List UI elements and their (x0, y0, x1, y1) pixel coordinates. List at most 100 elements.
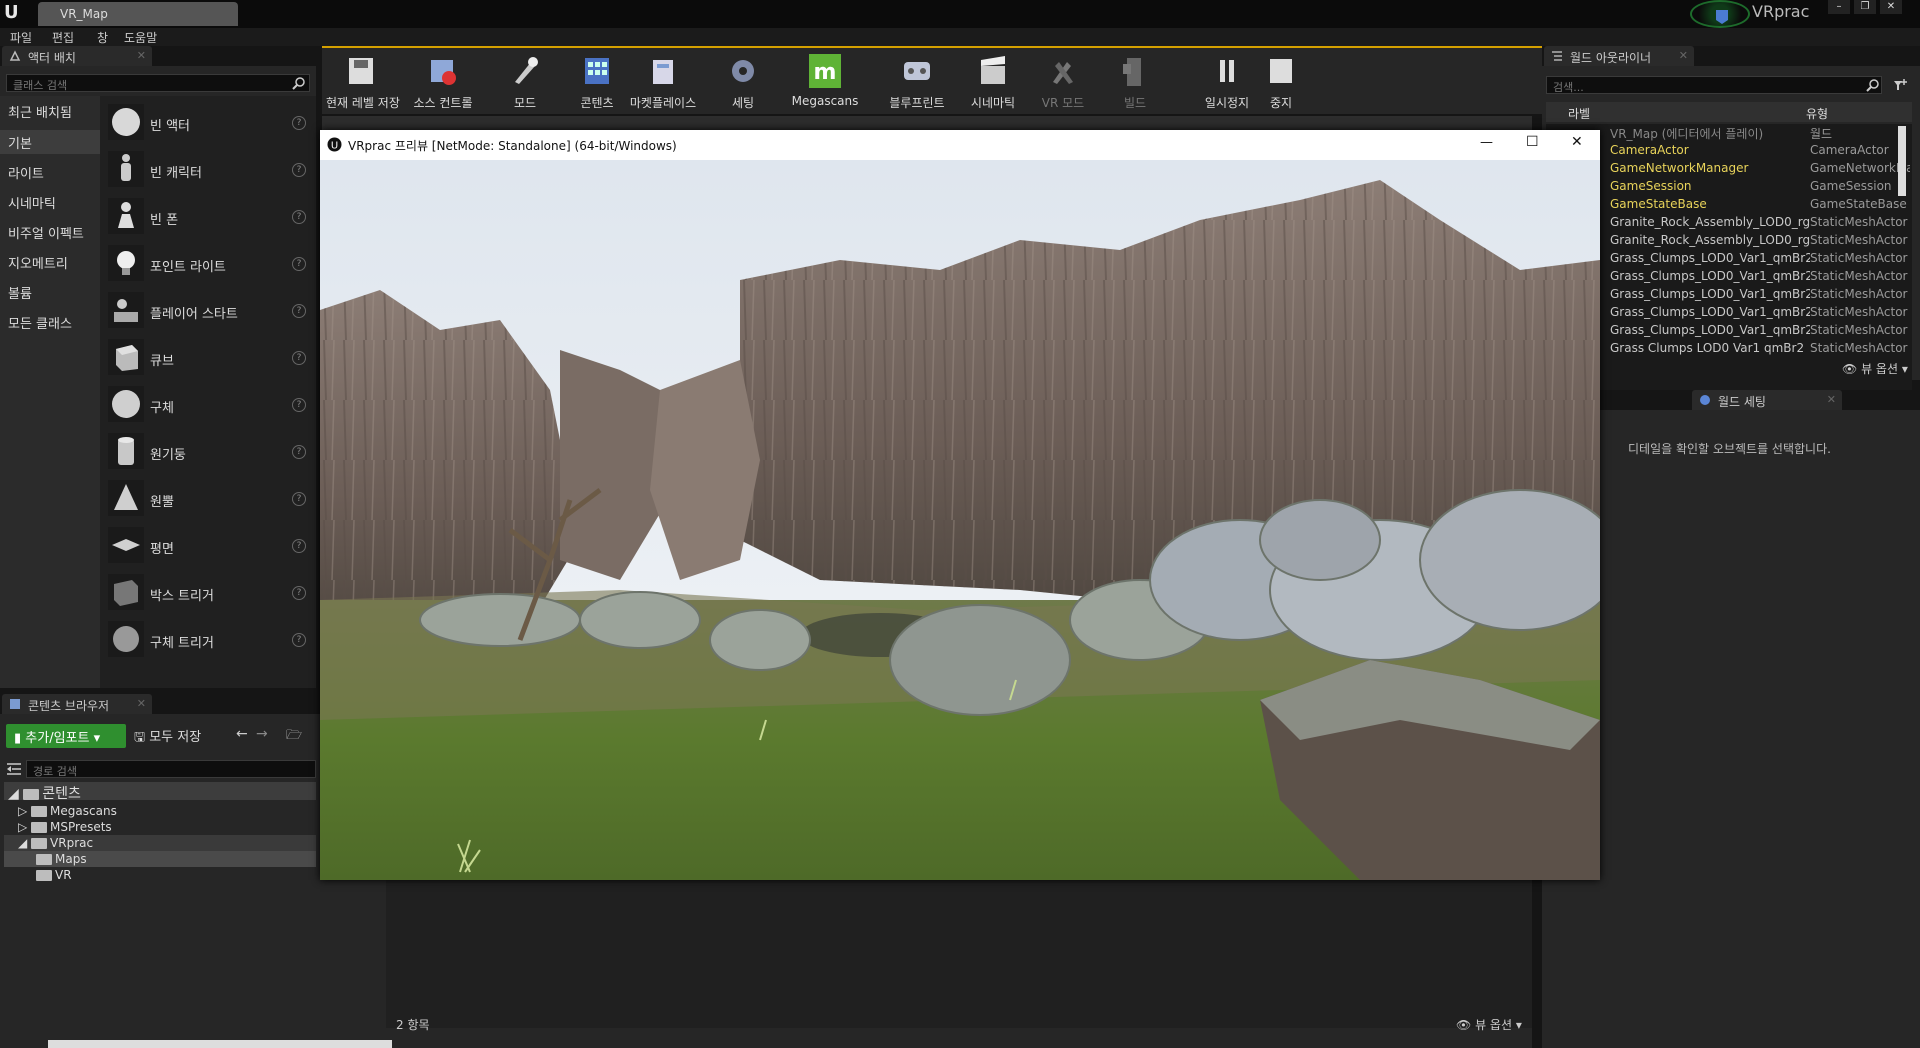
actor-cone[interactable]: 원뿔? (104, 478, 308, 520)
tree-folder-vr[interactable]: VR (36, 868, 356, 884)
help-icon[interactable]: ? (292, 398, 306, 412)
actor-empty-pawn[interactable]: 빈 폰? (104, 196, 308, 238)
category-recent[interactable]: 최근 배치됨 (8, 102, 72, 121)
modes-button[interactable]: 모드 (490, 52, 560, 114)
help-icon[interactable]: ? (292, 633, 306, 647)
category-visual-effects[interactable]: 비주얼 이펙트 (8, 223, 84, 242)
list-item[interactable]: VR_Map (에디터에서 플레이) 월드 (1546, 124, 1912, 142)
marketplace-button[interactable]: 마켓플레이스 (628, 52, 698, 114)
list-item[interactable]: CameraActor CameraActor (1546, 142, 1912, 160)
help-icon[interactable]: ? (292, 163, 306, 177)
tree-folder-mspresets[interactable]: ▷ MSPresets (18, 820, 338, 836)
play-preview-window[interactable]: U VRprac 프리뷰 [NetMode: Standalone] (64-b… (320, 130, 1600, 880)
level-tab[interactable]: VR_Map (38, 2, 238, 26)
category-cinematic[interactable]: 시네마틱 (8, 193, 56, 212)
forward-arrow-icon[interactable]: → (256, 726, 268, 742)
search-icon[interactable] (292, 76, 306, 90)
menu-edit[interactable]: 편집 (52, 29, 74, 46)
tab-place-actors[interactable]: 액터 배치 ✕ (2, 46, 152, 66)
help-icon[interactable]: ? (292, 539, 306, 553)
settings-button[interactable]: 세팅 (708, 52, 778, 114)
actor-player-start[interactable]: 플레이어 스타트? (104, 290, 308, 332)
actor-cylinder[interactable]: 원기둥? (104, 431, 308, 473)
maximize-button[interactable]: ❐ (1854, 0, 1876, 14)
list-item[interactable]: Grass_Clumps_LOD0_Var1_qmBr2 StaticMeshAc… (1546, 268, 1912, 286)
list-item[interactable]: Granite_Rock_Assembly_LOD0_rgs StaticMesh… (1546, 214, 1912, 232)
preview-maximize-button[interactable]: ☐ (1526, 134, 1539, 150)
preview-close-button[interactable]: ✕ (1571, 134, 1583, 150)
help-icon[interactable]: ? (292, 257, 306, 271)
list-item[interactable]: Grass_Clumps_LOD0_Var1_qmBr2 StaticMeshAc… (1546, 304, 1912, 322)
tab-world-settings[interactable]: 월드 세팅 ✕ (1692, 390, 1842, 410)
megascans-button[interactable]: m Megascans (790, 52, 860, 114)
actor-empty-character[interactable]: 빈 캐릭터? (104, 149, 308, 191)
actor-point-light[interactable]: 포인트 라이트? (104, 243, 308, 285)
outliner-scrollbar[interactable] (1898, 126, 1906, 196)
tab-world-outliner[interactable]: 월드 아웃라이너 ✕ (1544, 46, 1694, 66)
cinematics-button[interactable]: 시네마틱 (958, 52, 1028, 114)
content-view-options[interactable]: 👁 뷰 옵션 ▾ (1456, 1016, 1522, 1033)
category-geometry[interactable]: 지오메트리 (8, 253, 68, 272)
tree-folder-maps[interactable]: Maps (36, 852, 356, 868)
column-type[interactable]: 유형 (1806, 105, 1828, 122)
help-icon[interactable]: ? (292, 445, 306, 459)
menu-window[interactable]: 창 (97, 29, 108, 46)
actor-box-trigger[interactable]: 박스 트리거? (104, 572, 308, 614)
outliner-search-input[interactable]: 검색... (1546, 76, 1882, 94)
close-icon[interactable]: ✕ (1679, 49, 1688, 62)
vr-mode-button[interactable]: VR 모드 (1028, 52, 1098, 114)
close-icon[interactable]: ✕ (1827, 393, 1836, 406)
save-current-level-button[interactable]: 현재 레벨 저장 (326, 52, 400, 114)
save-all-button[interactable]: 🖫 모두 저장 (134, 726, 201, 750)
close-icon[interactable]: ✕ (137, 49, 146, 62)
category-lights[interactable]: 라이트 (8, 163, 44, 182)
close-button[interactable]: ✕ (1880, 0, 1902, 14)
tab-content-browser[interactable]: 콘텐츠 브라우저 ✕ (2, 694, 152, 714)
actor-empty-actor[interactable]: 빈 액터? (104, 102, 308, 144)
path-search-input[interactable]: 경로 검색 (26, 760, 316, 778)
content-button[interactable]: 콘텐츠 (562, 52, 632, 114)
list-item[interactable]: Granite_Rock_Assembly_LOD0_rgs StaticMesh… (1546, 232, 1912, 250)
tree-folder-vrprac[interactable]: ◢ VRprac (18, 836, 338, 852)
list-item[interactable]: GameSession GameSession (1546, 178, 1912, 196)
search-icon[interactable] (1866, 78, 1880, 92)
column-label[interactable]: 라벨 (1568, 105, 1590, 122)
add-import-button[interactable]: ▮ 추가/임포트 ▾ (6, 724, 126, 748)
help-icon[interactable]: ? (292, 304, 306, 318)
blueprints-button[interactable]: 블루프린트 (882, 52, 952, 114)
help-icon[interactable]: ? (292, 492, 306, 506)
category-all-classes[interactable]: 모든 클래스 (8, 313, 72, 332)
source-control-button[interactable]: 소스 컨트롤 (408, 52, 478, 114)
close-icon[interactable]: ✕ (137, 697, 146, 710)
category-basic[interactable]: 기본 (8, 133, 32, 152)
horizontal-scrollbar[interactable] (48, 1040, 392, 1048)
actor-sphere[interactable]: 구체? (104, 384, 308, 426)
menu-help[interactable]: 도움말 (124, 29, 157, 46)
class-search-input[interactable]: 클래스 검색 (6, 74, 310, 92)
preview-minimize-button[interactable]: — (1480, 135, 1493, 150)
game-viewport[interactable] (320, 160, 1600, 880)
menu-file[interactable]: 파일 (10, 29, 32, 46)
category-volumes[interactable]: 볼륨 (8, 283, 32, 302)
list-item[interactable]: Grass_Clumps_LOD0_Var1_qmBr2 StaticMeshAc… (1546, 250, 1912, 268)
help-icon[interactable]: ? (292, 210, 306, 224)
list-item[interactable]: Grass_Clumps_LOD0_Var1_qmBr2 StaticMeshAc… (1546, 322, 1912, 340)
stop-button[interactable]: 중지 (1246, 52, 1316, 114)
add-filter-icon[interactable] (1892, 77, 1908, 93)
list-item[interactable]: Grass Clumps LOD0 Var1 qmBr2 StaticMeshAc… (1546, 340, 1912, 358)
list-item[interactable]: Grass_Clumps_LOD0_Var1_qmBr2 StaticMeshAc… (1546, 286, 1912, 304)
help-icon[interactable]: ? (292, 586, 306, 600)
help-icon[interactable]: ? (292, 116, 306, 130)
back-arrow-icon[interactable]: ← (236, 726, 248, 742)
tree-folder-megascans[interactable]: ▷ Megascans (18, 804, 338, 820)
sources-toggle-icon[interactable] (6, 762, 22, 776)
build-button[interactable]: 빌드 (1100, 52, 1170, 114)
actor-plane[interactable]: 평면? (104, 525, 308, 567)
actor-sphere-trigger[interactable]: 구체 트리거? (104, 619, 308, 661)
help-icon[interactable]: ? (292, 351, 306, 365)
list-item[interactable]: GameNetworkManager GameNetworkMar (1546, 160, 1912, 178)
outliner-view-options[interactable]: 👁 뷰 옵션 ▾ (1842, 360, 1908, 377)
folder-path-icon[interactable]: 🗁 (286, 726, 302, 748)
list-item[interactable]: GameStateBase GameStateBase (1546, 196, 1912, 214)
actor-cube[interactable]: 큐브? (104, 337, 308, 379)
